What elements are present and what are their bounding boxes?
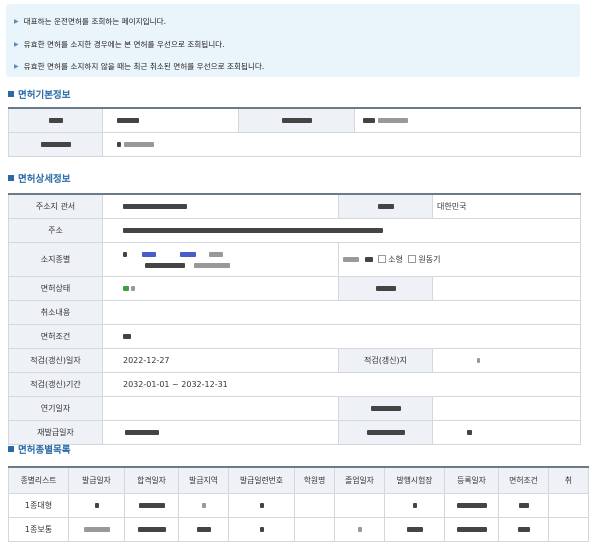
- masked-label: [8, 107, 103, 133]
- license-type-options: 소형 원동기: [338, 241, 581, 277]
- renewal-period-value: 2032-01-01 ~ 2032-12-31: [102, 371, 581, 397]
- label-extension: 연기일자: [8, 395, 103, 421]
- conditions-value: [102, 323, 581, 349]
- detail-info-table: 주소지 관서 대한민국 주소 소지종별 소형 원동기 면허상태 취소내용 면허조…: [8, 193, 581, 445]
- label-status: 면허상태: [8, 275, 103, 301]
- column-header: 발행시험장: [384, 466, 445, 494]
- masked-label: [238, 107, 355, 133]
- checkbox-moped[interactable]: [408, 254, 417, 263]
- table-row[interactable]: 1종대형: [8, 492, 589, 518]
- masked-label: [338, 419, 433, 445]
- section-title-basic: 면허기본정보: [8, 89, 70, 103]
- masked-label: [338, 275, 433, 301]
- type-cell: 1종대형: [8, 492, 69, 518]
- column-header: 발급지역: [178, 466, 229, 494]
- bullet-square-icon: [8, 91, 14, 97]
- column-header: 발급일련번호: [228, 466, 295, 494]
- notice-box: ▶ 대표하는 운전면허를 조회하는 페이지입니다. ▶ 유효한 면허를 소지한 경우…: [6, 4, 580, 77]
- column-header: 면허조건: [498, 466, 549, 494]
- checkbox-small[interactable]: [378, 254, 387, 263]
- label-renewal-place: 적검(갱신)지: [338, 347, 433, 373]
- section-title-detail: 면허상세정보: [8, 173, 70, 187]
- notice-line: ▶ 대표하는 운전면허를 조회하는 페이지입니다.: [14, 17, 167, 26]
- address-office-value: [102, 193, 339, 219]
- column-header: 종별리스트: [8, 466, 69, 494]
- renewal-place-value: [432, 347, 581, 373]
- type-cell: 1종보통: [8, 516, 69, 542]
- bullet-square-icon: [8, 175, 14, 181]
- label-conditions: 면허조건: [8, 323, 103, 349]
- masked-value: [102, 107, 239, 133]
- label-reissue: 재발급일자: [8, 419, 103, 445]
- license-list-table: 종별리스트 발급일자 합격일자 발급지역 발급일련번호 학원명 졸업일자 발행시…: [8, 466, 589, 542]
- label-cancel: 취소내용: [8, 299, 103, 325]
- masked-value: [432, 275, 581, 301]
- column-header: 학원명: [294, 466, 335, 494]
- label-renewal-date: 적검(갱신)일자: [8, 347, 103, 373]
- masked-label: [8, 131, 103, 157]
- country-value: 대한민국: [432, 193, 581, 219]
- label-address-office: 주소지 관서: [8, 193, 103, 219]
- extension-value: [102, 395, 339, 421]
- basic-info-table: [8, 107, 581, 157]
- table-row[interactable]: 1종보통: [8, 516, 589, 542]
- masked-value: [432, 419, 581, 445]
- masked-value: [354, 107, 581, 133]
- column-header: 취: [548, 466, 589, 494]
- status-value: [102, 275, 339, 301]
- masked-value: [102, 131, 581, 157]
- reissue-value: [102, 419, 339, 445]
- bullet-square-icon: [8, 446, 14, 452]
- label-renewal-period: 적검(갱신)기간: [8, 371, 103, 397]
- notice-line: ▶ 유효한 면허를 소지한 경우에는 본 면허를 우선으로 조회됩니다.: [14, 40, 225, 49]
- table-header-row: 종별리스트 발급일자 합격일자 발급지역 발급일련번호 학원명 졸업일자 발행시…: [8, 466, 589, 494]
- masked-label: [338, 193, 433, 219]
- license-type-value: [102, 241, 339, 277]
- arrow-right-icon: ▶: [14, 41, 19, 48]
- column-header: 등록일자: [444, 466, 499, 494]
- masked-value: [432, 395, 581, 421]
- section-title-list: 면허종별목록: [8, 444, 70, 458]
- renewal-date-value: 2022-12-27: [102, 347, 339, 373]
- arrow-right-icon: ▶: [14, 18, 19, 25]
- arrow-right-icon: ▶: [14, 63, 19, 70]
- column-header: 졸업일자: [334, 466, 385, 494]
- address-value: [102, 217, 581, 243]
- cancel-value: [102, 299, 581, 325]
- masked-label: [338, 395, 433, 421]
- notice-line: ▶ 유효한 면허를 소지하지 않을 때는 최근 취소된 면허를 우선으로 조회됩니…: [14, 62, 265, 71]
- column-header: 발급일자: [68, 466, 125, 494]
- label-license-type: 소지종별: [8, 241, 103, 277]
- label-address: 주소: [8, 217, 103, 243]
- column-header: 합격일자: [124, 466, 179, 494]
